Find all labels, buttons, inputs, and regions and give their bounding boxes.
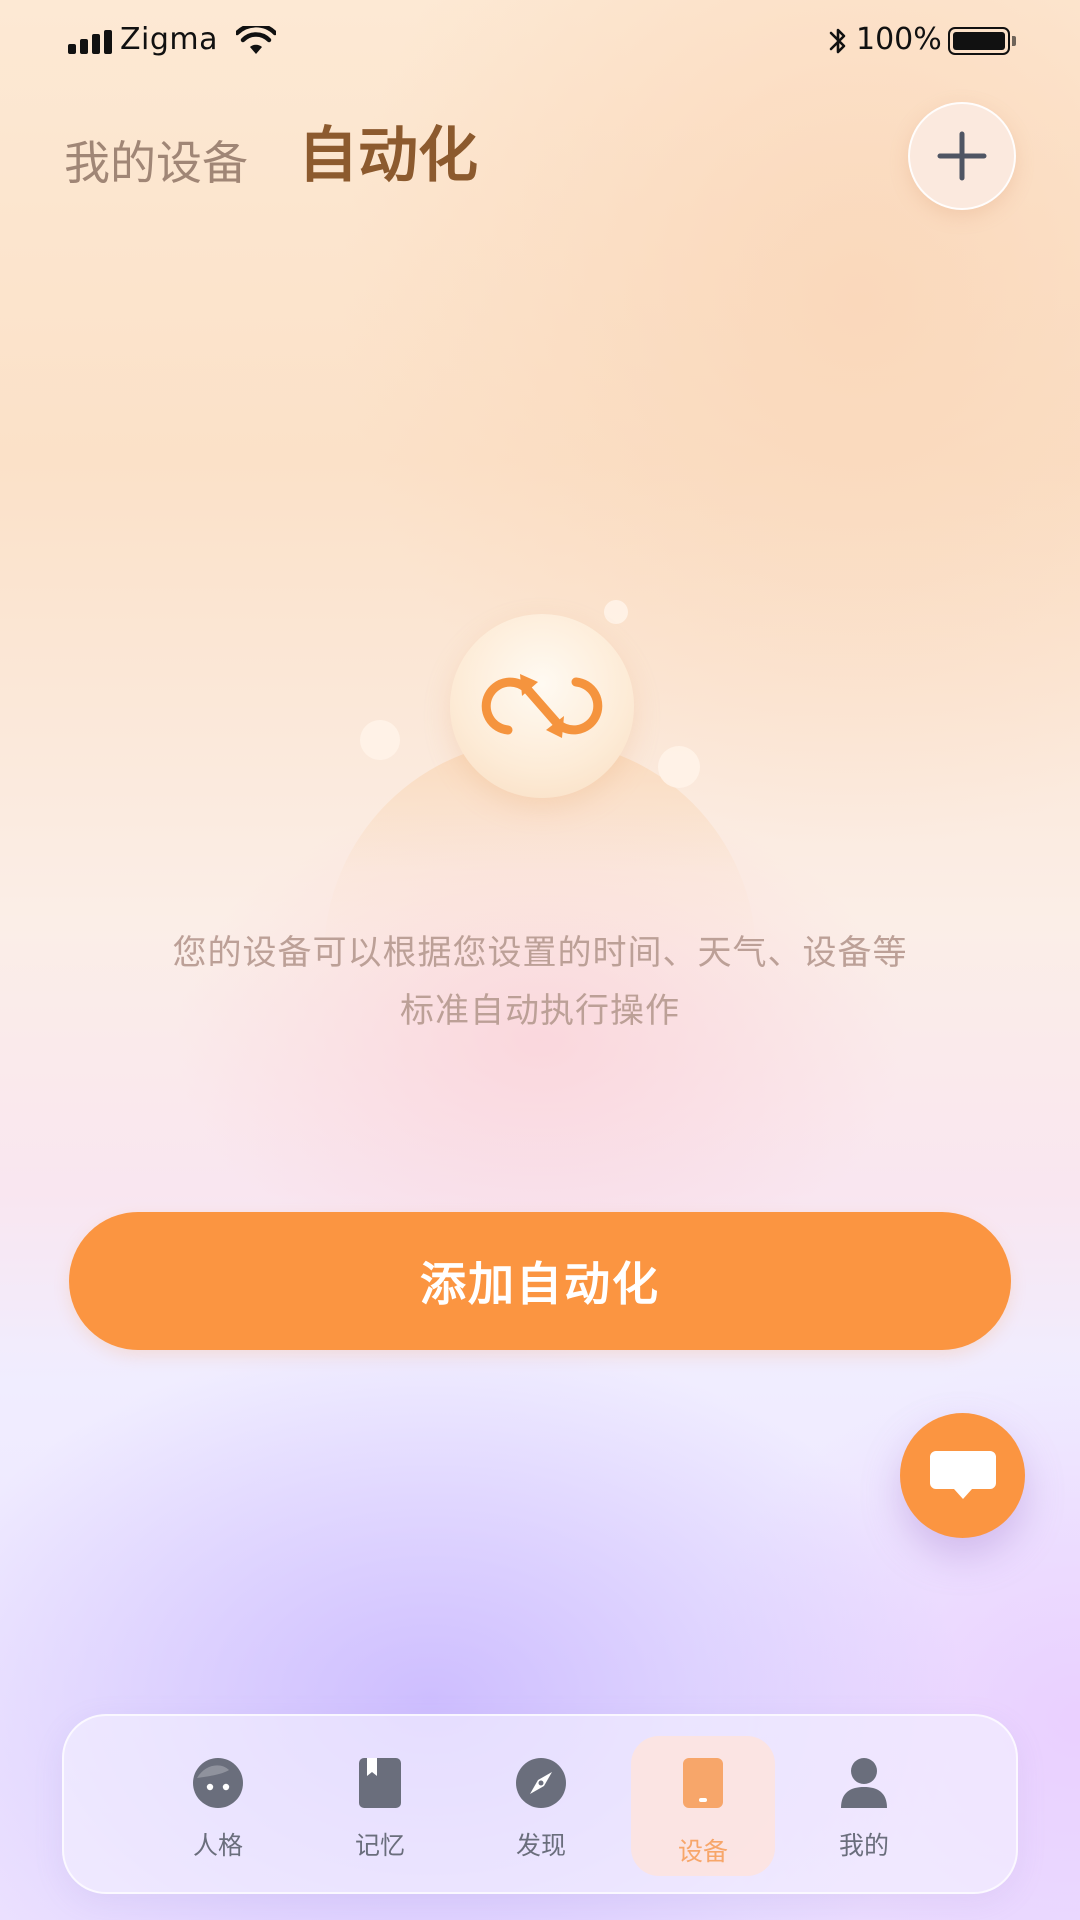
empty-state-illustration — [300, 580, 780, 960]
nav-label-profile: 我的 — [838, 1831, 889, 1860]
bottom-nav: 人格 记忆 发现 设备 我的 — [62, 1714, 1018, 1894]
battery-percent: 100% — [856, 22, 942, 57]
battery-icon — [948, 27, 1010, 55]
empty-state-description: 您的设备可以根据您设置的时间、天气、设备等 标准自动执行操作 — [120, 924, 960, 1040]
nav-item-persona[interactable]: 人格 — [146, 1736, 290, 1876]
battery-level-fill — [953, 32, 1005, 50]
add-button[interactable] — [908, 102, 1016, 210]
nav-item-discover[interactable]: 发现 — [469, 1736, 613, 1876]
chat-fab-button[interactable] — [900, 1413, 1025, 1538]
profile-person-icon — [837, 1756, 891, 1810]
memory-book-icon — [353, 1756, 407, 1810]
plus-icon — [937, 131, 987, 181]
nav-item-memory[interactable]: 记忆 — [308, 1736, 452, 1876]
header: 我的设备 自动化 — [0, 100, 1080, 220]
description-line-2: 标准自动执行操作 — [400, 991, 680, 1031]
decor-bubble — [604, 600, 628, 624]
bluetooth-icon — [829, 28, 846, 54]
decor-bubble — [658, 746, 700, 788]
carrier-name: Zigma — [120, 22, 219, 57]
description-line-1: 您的设备可以根据您设置的时间、天气、设备等 — [172, 933, 908, 973]
automation-orb — [450, 614, 634, 798]
tab-my-devices[interactable]: 我的设备 — [64, 140, 248, 186]
add-automation-button[interactable]: 添加自动化 — [69, 1212, 1011, 1350]
nav-label-devices: 设备 — [677, 1837, 728, 1866]
persona-face-icon — [191, 1756, 245, 1810]
status-bar: Zigma 100% — [0, 0, 1080, 84]
nav-item-profile[interactable]: 我的 — [792, 1736, 936, 1876]
automation-loop-icon — [481, 674, 603, 738]
nav-label-discover: 发现 — [515, 1831, 566, 1860]
nav-item-devices[interactable]: 设备 — [631, 1736, 775, 1876]
tab-automation[interactable]: 自动化 — [298, 126, 478, 186]
wifi-icon — [236, 26, 276, 54]
signal-icon — [68, 30, 112, 54]
chat-bubble-icon — [929, 1450, 996, 1499]
device-phone-icon — [676, 1756, 730, 1810]
decor-bubble — [360, 720, 400, 760]
compass-icon — [514, 1756, 568, 1810]
nav-label-memory: 记忆 — [354, 1831, 405, 1860]
battery-cap — [1012, 36, 1016, 46]
nav-label-persona: 人格 — [192, 1831, 243, 1860]
